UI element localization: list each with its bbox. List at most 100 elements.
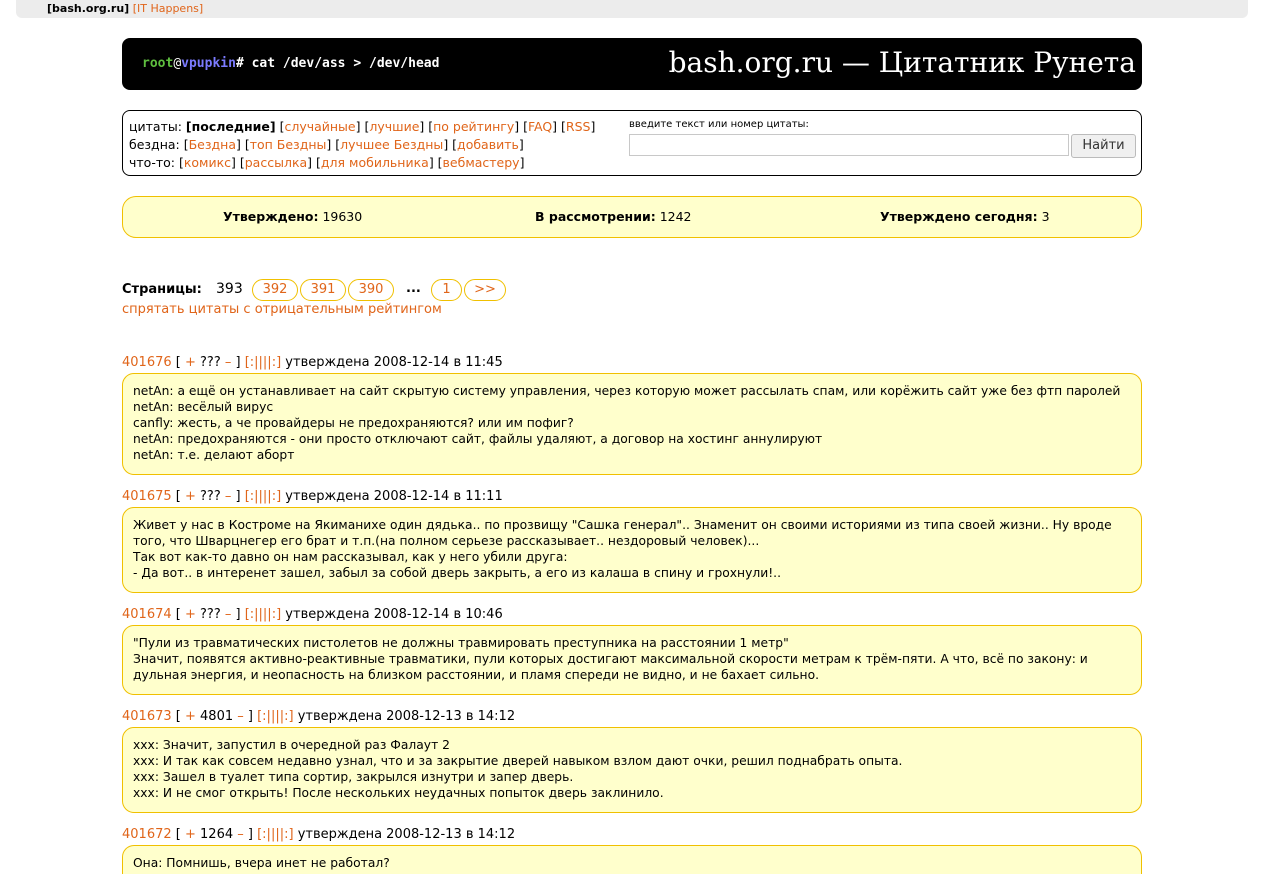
vote-down-button[interactable]: –: [225, 489, 232, 504]
stat-label: В рассмотрении:: [535, 209, 656, 224]
vote-up-button[interactable]: +: [185, 827, 196, 842]
menu-item-webmaster[interactable]: вебмастеру: [443, 155, 520, 170]
quote-date: утверждена 2008-12-14 в 11:45: [285, 355, 503, 370]
stat-value: 1242: [659, 209, 692, 224]
menu-item-best[interactable]: лучшие: [369, 119, 419, 134]
quote-text: xxx: Значит, запустил в очередной раз Фа…: [122, 727, 1142, 813]
bayan-button[interactable]: [:||||:]: [245, 355, 281, 370]
menu-row-quotes: цитаты: [последние] [случайные] [лучшие]…: [129, 119, 596, 134]
quote-rating: ???: [200, 489, 221, 504]
page-link-first[interactable]: 1: [431, 279, 462, 301]
quote-line: "Пули из травматических пистолетов не до…: [133, 636, 789, 650]
page-link[interactable]: 392: [252, 279, 298, 301]
page-next-button[interactable]: >>: [464, 279, 506, 301]
quote-rating: 1264: [200, 827, 234, 842]
search-input[interactable]: [629, 134, 1069, 156]
stat-value: 19630: [322, 209, 363, 224]
bayan-button[interactable]: [:||||:]: [245, 489, 281, 504]
menu-item-abyss-best[interactable]: лучшее Бездны: [340, 137, 443, 152]
quote-id-link[interactable]: 401674: [122, 607, 172, 622]
menu-item-by-rating[interactable]: по рейтингу: [433, 119, 514, 134]
quote-id-link[interactable]: 401676: [122, 355, 172, 370]
quote-line: xxx: Зашел в туалет типа сортир, закрылс…: [133, 770, 574, 784]
quote-date: утверждена 2008-12-13 в 14:12: [297, 709, 516, 724]
prompt-host: vpupkin: [181, 56, 236, 71]
menu-label: бездна:: [129, 137, 180, 152]
quote-header: 401674 [ + ??? – ] [:||||:] утверждена 2…: [122, 607, 503, 622]
it-happens-link[interactable]: [IT Happens]: [133, 2, 204, 15]
vote-down-button[interactable]: –: [237, 827, 244, 842]
menu-item-mobile[interactable]: для мобильника: [321, 155, 429, 170]
menu-row-misc: что-то: [комикс] [рассылка] [для мобильн…: [129, 155, 525, 170]
site-title[interactable]: bash.org.ru — Цитатник Рунета: [669, 46, 1136, 79]
quote-id-link[interactable]: 401672: [122, 827, 172, 842]
vote-down-button[interactable]: –: [225, 607, 232, 622]
menu-item-mailing[interactable]: рассылка: [245, 155, 307, 170]
quote-text: "Пули из травматических пистолетов не до…: [122, 625, 1142, 695]
quote-header: 401675 [ + ??? – ] [:||||:] утверждена 2…: [122, 489, 503, 504]
menu-item-random[interactable]: случайные: [284, 119, 355, 134]
stats-panel: Утверждено: 19630 В рассмотрении: 1242 У…: [122, 196, 1142, 238]
quote-id-link[interactable]: 401675: [122, 489, 172, 504]
page-link[interactable]: 390: [348, 279, 394, 301]
hide-negative-link[interactable]: спрятать цитаты с отрицательным рейтинго…: [122, 302, 442, 317]
quote-line: Живет у нас в Костроме на Якиманихе один…: [133, 518, 1112, 548]
quote-id-link[interactable]: 401673: [122, 709, 172, 724]
page-link[interactable]: 391: [300, 279, 346, 301]
bayan-button[interactable]: [:||||:]: [257, 709, 293, 724]
pagination-ellipsis: ...: [406, 281, 421, 296]
nav-menu: цитаты: [последние] [случайные] [лучшие]…: [122, 110, 1142, 176]
prompt-at: @: [173, 56, 182, 71]
vote-down-button[interactable]: –: [225, 355, 232, 370]
prompt-command: # cat /dev/ass > /dev/head: [235, 56, 440, 71]
menu-label: что-то:: [129, 155, 175, 170]
stat-value: 3: [1041, 209, 1050, 224]
quote-date: утверждена 2008-12-13 в 14:12: [297, 827, 516, 842]
quote-date: утверждена 2008-12-14 в 10:46: [285, 607, 503, 622]
stat-today: Утверждено сегодня: 3: [880, 209, 1050, 224]
stat-approved: Утверждено: 19630: [223, 209, 362, 224]
site-link[interactable]: [bash.org.ru]: [47, 2, 129, 15]
menu-row-abyss: бездна: [Бездна] [топ Бездны] [лучшее Бе…: [129, 137, 524, 152]
quote-rating: ???: [200, 607, 221, 622]
quote-line: Она: Помнишь, вчера инет не работал?: [133, 856, 390, 870]
quote-header: 401673 [ + 4801 – ] [:||||:] утверждена …: [122, 709, 516, 724]
pagination-label: Страницы:: [122, 282, 202, 297]
quote-line: canfly: жесть, а че провайдеры не предох…: [133, 416, 574, 430]
site-header: root@vpupkin# cat /dev/ass > /dev/head b…: [122, 38, 1142, 90]
top-bar: [bash.org.ru] [IT Happens]: [16, 0, 1248, 18]
menu-item-abyss-top[interactable]: топ Бездны: [250, 137, 327, 152]
vote-down-button[interactable]: –: [237, 709, 244, 724]
vote-up-button[interactable]: +: [185, 709, 196, 724]
menu-item-comics[interactable]: комикс: [184, 155, 231, 170]
quote-rating: ???: [200, 355, 221, 370]
quote-line: - Да вот.. в интеренет зашел, забыл за с…: [133, 566, 781, 580]
vote-up-button[interactable]: +: [185, 489, 196, 504]
menu-label: цитаты:: [129, 119, 182, 134]
stat-label: Утверждено сегодня:: [880, 209, 1038, 224]
vote-up-button[interactable]: +: [185, 607, 196, 622]
search-form: введите текст или номер цитаты: Найти: [629, 118, 1137, 158]
menu-item-faq[interactable]: FAQ: [528, 119, 552, 134]
menu-item-abyss[interactable]: Бездна: [189, 137, 236, 152]
quote-line: netAn: а ещё он устанавливает на сайт ск…: [133, 384, 1121, 398]
quote-line: xxx: И так как совсем недавно узнал, что…: [133, 754, 903, 768]
quote-date: утверждена 2008-12-14 в 11:11: [285, 489, 503, 504]
quote-line: netAn: т.е. делают аборт: [133, 448, 295, 462]
shell-prompt: root@vpupkin# cat /dev/ass > /dev/head: [142, 56, 439, 71]
quote-text: netAn: а ещё он устанавливает на сайт ск…: [122, 373, 1142, 475]
bayan-button[interactable]: [:||||:]: [245, 607, 281, 622]
quote-line: Значит, появятся активно-реактивные трав…: [133, 652, 1088, 682]
bayan-button[interactable]: [:||||:]: [257, 827, 293, 842]
stat-review: В рассмотрении: 1242: [535, 209, 692, 224]
menu-item-latest[interactable]: [последние]: [186, 119, 276, 134]
menu-item-rss[interactable]: RSS: [566, 119, 591, 134]
quote-header: 401672 [ + 1264 – ] [:||||:] утверждена …: [122, 827, 516, 842]
quote-text: Живет у нас в Костроме на Якиманихе один…: [122, 507, 1142, 593]
menu-item-add[interactable]: добавить: [457, 137, 519, 152]
vote-up-button[interactable]: +: [185, 355, 196, 370]
quote-line: netAn: весёлый вирус: [133, 400, 274, 414]
quote-line: xxx: И не смог открыть! После нескольких…: [133, 786, 664, 800]
search-button[interactable]: Найти: [1071, 134, 1136, 158]
quote-line: netAn: предохраняются - они просто отклю…: [133, 432, 823, 446]
